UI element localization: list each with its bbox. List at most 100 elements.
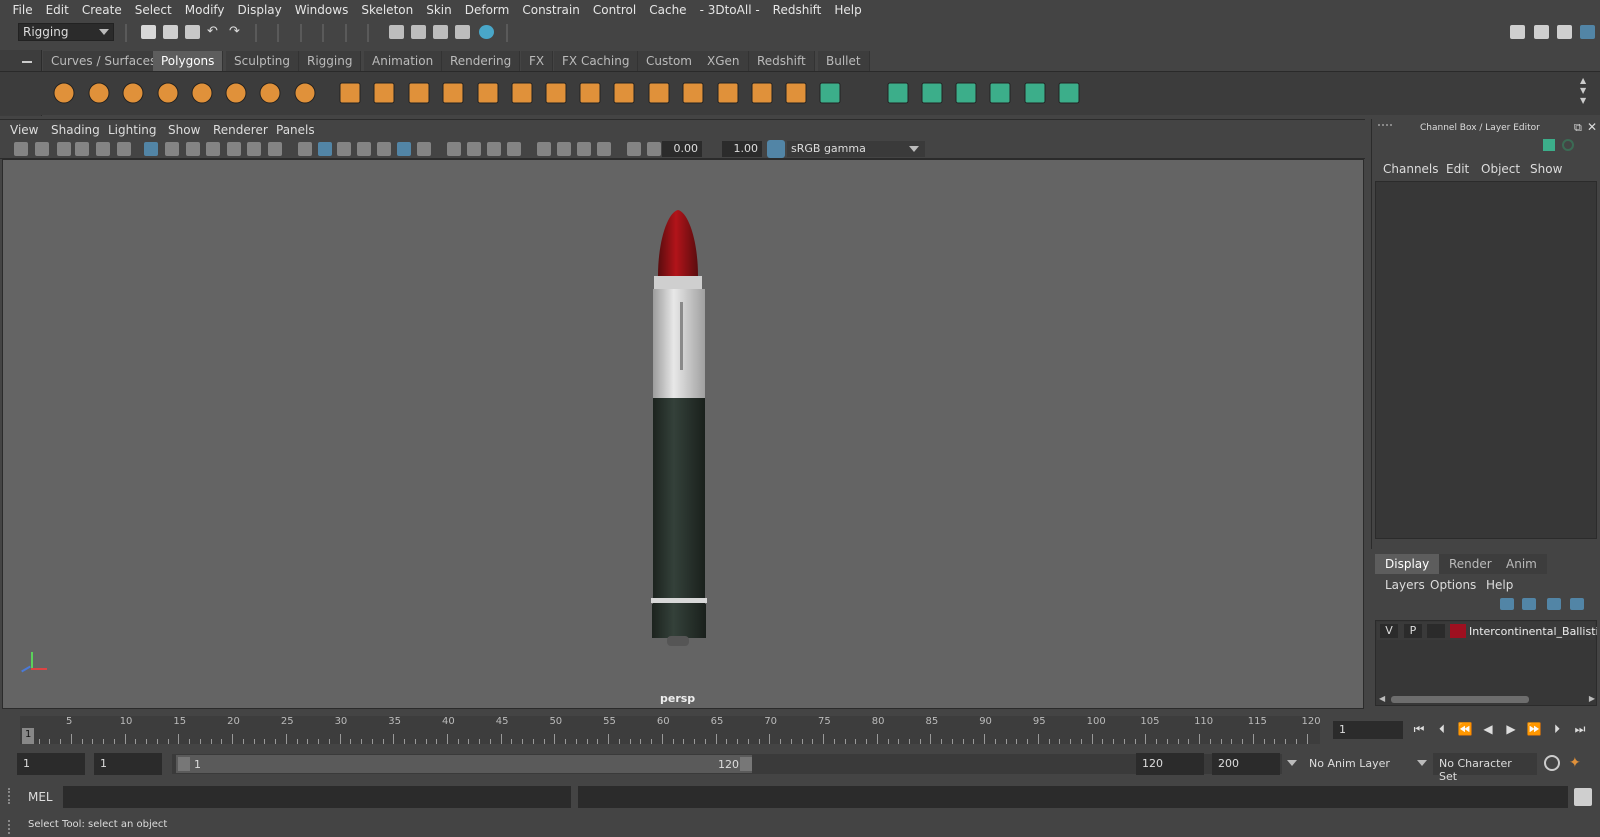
undo-icon[interactable]: ↶ [207,25,222,39]
shelf-tab-fx-caching[interactable]: FX Caching [554,51,639,71]
move-layer-down-icon[interactable] [1522,598,1536,610]
menu-select[interactable]: Select [128,3,178,17]
menu-skin[interactable]: Skin [420,3,459,17]
command-input[interactable] [63,786,571,808]
step-forward-key-icon[interactable]: ⏵ [1548,722,1566,738]
uv-editor-icon[interactable] [1021,79,1049,107]
layer-tab-anim[interactable]: Anim [1496,554,1547,574]
tool-settings-icon[interactable] [1557,25,1572,39]
range-start-handle[interactable] [178,757,190,771]
shelf-tab-animation[interactable]: Animation [364,51,443,71]
shelf-tab-fx[interactable]: FX [521,51,554,71]
perspective-viewport[interactable] [2,159,1364,709]
uv-spherical-icon[interactable] [918,79,946,107]
range-slider-handle[interactable] [176,755,752,773]
poly-plane-icon[interactable] [188,79,216,107]
playback-start-field[interactable]: 1 [94,753,162,775]
merge-icon[interactable] [782,79,810,107]
multi-cut-icon[interactable] [542,79,570,107]
channel-box-menu-channels[interactable]: Channels [1383,162,1439,176]
backface-culling-icon[interactable] [597,142,611,156]
2d-pan-zoom-icon[interactable] [96,142,110,156]
wireframe-icon[interactable] [298,142,312,156]
motion-blur-icon[interactable] [467,142,481,156]
menu-deform[interactable]: Deform [458,3,516,17]
ipr-render-icon[interactable] [433,25,448,39]
menu-constrain[interactable]: Constrain [516,3,587,17]
safe-title-icon[interactable] [268,142,282,156]
combine-icon[interactable] [336,79,364,107]
move-layer-up-icon[interactable] [1500,598,1514,610]
layer-playback-toggle[interactable]: P [1404,624,1422,638]
gamma-field[interactable]: 1.00 [722,141,762,157]
close-icon[interactable]: ✕ [1587,120,1597,134]
extrude-icon[interactable] [645,79,673,107]
layer-visibility-toggle[interactable]: V [1380,624,1398,638]
layer-display-type-toggle[interactable] [1427,624,1445,638]
viewport-menu-shading[interactable]: Shading [51,123,100,137]
xray-icon[interactable] [557,142,571,156]
channel-box-toggle-icon[interactable] [1580,25,1595,39]
script-editor-icon[interactable] [1574,788,1592,806]
ambient-occlusion-icon[interactable] [447,142,461,156]
menu-cache[interactable]: Cache [643,3,693,17]
select-camera-icon[interactable] [14,142,28,156]
hypershade-icon[interactable] [479,25,494,39]
open-scene-icon[interactable] [163,25,178,39]
scroll-right-icon[interactable]: ▶ [1589,694,1595,703]
menu-set-selector[interactable]: Rigging [18,23,114,41]
uv-planar-icon[interactable] [816,79,844,107]
redo-icon[interactable]: ↷ [229,25,244,39]
workspace-icon[interactable] [1510,25,1525,39]
play-forward-icon[interactable]: ▶ [1502,722,1520,738]
default-material-icon[interactable] [337,142,351,156]
channel-box-menu-edit[interactable]: Edit [1446,162,1469,176]
menu-windows[interactable]: Windows [288,3,355,17]
menu-display[interactable]: Display [231,3,288,17]
uv-cylindrical-icon[interactable] [884,79,912,107]
layer-name[interactable]: Intercontinental_Ballistic [1469,625,1597,638]
go-to-start-icon[interactable]: ⏮ [1410,722,1428,738]
auto-key-icon[interactable] [1544,755,1560,771]
safe-action-icon[interactable] [247,142,261,156]
resolution-gate-icon[interactable] [186,142,200,156]
exposure-field[interactable]: 0.00 [662,141,702,157]
poly-sphere-icon[interactable] [50,79,78,107]
append-polygon-icon[interactable] [714,79,742,107]
depth-of-field-icon[interactable] [507,142,521,156]
poly-pipe-icon[interactable] [291,79,319,107]
menu-modify[interactable]: Modify [178,3,231,17]
new-layer-icon[interactable] [1547,598,1561,610]
menu-redshift[interactable]: Redshift [766,3,828,17]
animation-end-field[interactable]: 200 [1212,753,1280,775]
shelf-tab-rendering[interactable]: Rendering [442,51,521,71]
layer-menu-help[interactable]: Help [1486,578,1513,592]
bookmark-icon[interactable] [57,142,71,156]
menu-3dtoall[interactable]: - 3DtoAll - [693,3,766,17]
history-icon[interactable] [1562,139,1574,151]
shelf-menu-icon[interactable] [22,61,32,63]
missile-model[interactable] [3,160,1365,710]
shelf-tab-redshift[interactable]: Redshift [749,51,815,71]
use-all-lights-icon[interactable] [397,142,411,156]
shelf-tab-curves-surfaces[interactable]: Curves / Surfaces [43,51,166,71]
smooth-shade-icon[interactable] [318,142,332,156]
render-view-icon[interactable] [389,25,404,39]
animation-preferences-icon[interactable]: ✦ [1569,755,1587,773]
gamma-icon[interactable] [647,142,661,156]
camera-attributes-icon[interactable] [35,142,49,156]
chevron-down-icon[interactable] [1287,760,1297,766]
isolate-select-icon[interactable] [537,142,551,156]
new-scene-icon[interactable] [141,25,156,39]
xray-joints-icon[interactable] [577,142,591,156]
shape-icon[interactable] [1543,139,1555,151]
render-frame-icon[interactable] [411,25,426,39]
film-gate-icon[interactable] [165,142,179,156]
scroll-thumb[interactable] [1391,696,1529,703]
menu-skeleton[interactable]: Skeleton [355,3,420,17]
poly-torus-icon[interactable] [222,79,250,107]
channel-box-menu-show[interactable]: Show [1530,162,1562,176]
go-to-end-icon[interactable]: ⏭ [1571,722,1589,738]
uv-layout-icon[interactable] [1055,79,1083,107]
layer-list-scrollbar[interactable]: ◀ ▶ [1379,694,1597,704]
